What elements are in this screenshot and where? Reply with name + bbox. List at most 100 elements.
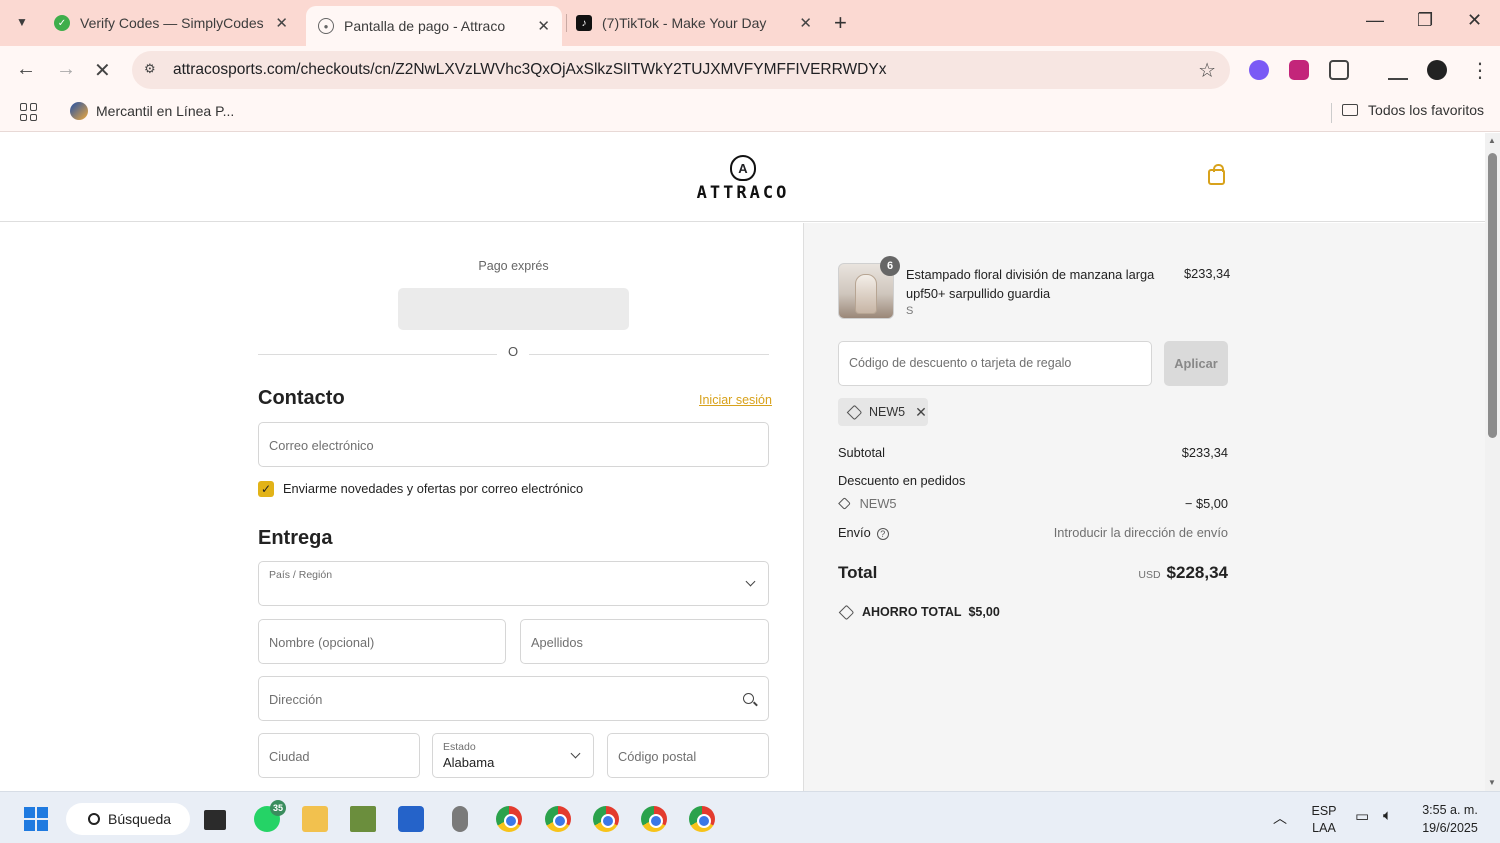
tab-title: Verify Codes — SimplyCodes bbox=[80, 15, 264, 31]
login-link[interactable]: Iniciar sesión bbox=[699, 393, 772, 407]
site-info-icon[interactable]: ⚙ bbox=[144, 61, 162, 79]
divider-line bbox=[258, 354, 497, 355]
shopping-bag-icon[interactable] bbox=[1208, 164, 1225, 185]
scroll-up-icon[interactable]: ▲ bbox=[1488, 136, 1496, 145]
menu-dots-icon[interactable]: ⋮ bbox=[1470, 58, 1490, 83]
tab-strip: ▼ ✓ Verify Codes — SimplyCodes ✕ ● Panta… bbox=[0, 0, 1500, 46]
order-discount-row: Descuento en pedidos bbox=[838, 473, 1228, 488]
bookmark-mercantil[interactable]: Mercantil en Línea P... bbox=[70, 102, 234, 120]
tab-simplycodes[interactable]: ✓ Verify Codes — SimplyCodes ✕ bbox=[44, 0, 300, 46]
product-variant: S bbox=[906, 305, 914, 317]
profile-avatar[interactable] bbox=[1427, 60, 1447, 80]
new-tab-button[interactable]: + bbox=[834, 10, 847, 36]
discount-code-label: NEW5 bbox=[859, 496, 897, 511]
address-bar[interactable]: ⚙ attracosports.com/checkouts/cn/Z2NwLXV… bbox=[132, 51, 1230, 89]
help-icon[interactable]: ? bbox=[876, 528, 889, 540]
bookmarks-divider bbox=[1331, 103, 1332, 123]
chrome-profile-icon[interactable] bbox=[641, 806, 667, 832]
express-pay-button[interactable] bbox=[398, 288, 629, 330]
minecraft-icon[interactable] bbox=[350, 806, 376, 832]
total-label: Total bbox=[838, 563, 878, 582]
language-indicator[interactable]: ESP LAA bbox=[1306, 803, 1342, 837]
apply-discount-button[interactable]: Aplicar bbox=[1164, 341, 1228, 386]
task-view-icon[interactable] bbox=[204, 810, 226, 830]
bookmark-label: Mercantil en Línea P... bbox=[96, 103, 235, 119]
language-bottom: LAA bbox=[1312, 821, 1336, 835]
state-label: Estado bbox=[443, 741, 476, 753]
tab-close-icon[interactable]: ✕ bbox=[275, 14, 288, 32]
country-label: País / Región bbox=[269, 569, 333, 581]
extension-icon[interactable] bbox=[1249, 60, 1269, 80]
whatsapp-badge: 35 bbox=[270, 800, 286, 816]
tab-tiktok[interactable]: ♪ (7)TikTok - Make Your Day ✕ bbox=[568, 0, 824, 46]
applied-code-chip: NEW5 ✕ bbox=[838, 398, 928, 426]
windows-start-icon[interactable] bbox=[24, 807, 48, 831]
city-field[interactable]: Ciudad bbox=[258, 733, 420, 778]
clock-time: 3:55 a. m. bbox=[1422, 803, 1478, 817]
first-name-field[interactable]: Nombre (opcional) bbox=[258, 619, 506, 664]
total-savings: AHORRO TOTAL $5,00 bbox=[838, 604, 1000, 620]
tab-close-icon[interactable]: ✕ bbox=[799, 14, 812, 32]
taskbar-search[interactable]: Búsqueda bbox=[66, 803, 190, 835]
show-hidden-icons[interactable]: ︿ bbox=[1273, 808, 1287, 828]
chrome-profile-icon[interactable] bbox=[689, 806, 715, 832]
chrome-profile-icon[interactable] bbox=[545, 806, 571, 832]
attraco-logo[interactable]: A ATTRACO bbox=[688, 155, 798, 203]
volume-icon[interactable]: 🔈︎ bbox=[1383, 807, 1392, 824]
first-name-placeholder: Nombre (opcional) bbox=[269, 635, 375, 650]
country-select[interactable]: País / Región bbox=[258, 561, 769, 606]
microsoft-store-icon[interactable] bbox=[398, 806, 424, 832]
url-text[interactable]: attracosports.com/checkouts/cn/Z2NwLXVzL… bbox=[173, 61, 886, 79]
scrollbar-thumb[interactable] bbox=[1488, 153, 1497, 438]
extensions-puzzle-icon[interactable] bbox=[1329, 60, 1349, 80]
or-divider-text: O bbox=[507, 344, 519, 359]
close-window-icon[interactable]: ✕ bbox=[1467, 10, 1482, 31]
subtotal-label: Subtotal bbox=[838, 445, 885, 460]
folder-icon bbox=[1342, 104, 1359, 116]
last-name-field[interactable]: Apellidos bbox=[520, 619, 769, 664]
network-icon[interactable]: ▭ bbox=[1355, 807, 1369, 825]
forward-icon[interactable]: → bbox=[56, 58, 76, 81]
tab-attraco[interactable]: ● Pantalla de pago - Attraco ✕ bbox=[306, 6, 562, 46]
newsletter-label[interactable]: Enviarme novedades y ofertas por correo … bbox=[283, 481, 583, 496]
mercantil-icon bbox=[70, 102, 88, 120]
stop-loading-icon[interactable]: ✕ bbox=[94, 58, 111, 83]
logo-text: ATTRACO bbox=[696, 183, 790, 203]
city-placeholder: Ciudad bbox=[269, 749, 310, 764]
clock[interactable]: 3:55 a. m. 19/6/2025 bbox=[1414, 801, 1486, 837]
language-top: ESP bbox=[1311, 804, 1337, 818]
tab-close-icon[interactable]: ✕ bbox=[537, 17, 550, 35]
minimize-icon[interactable]: — bbox=[1366, 10, 1384, 31]
scroll-down-icon[interactable]: ▼ bbox=[1488, 778, 1496, 787]
apps-grid-icon[interactable] bbox=[20, 103, 38, 121]
chrome-icon[interactable] bbox=[496, 806, 522, 832]
divider-line bbox=[529, 354, 769, 355]
all-bookmarks-button[interactable]: Todos los favoritos bbox=[1342, 102, 1484, 118]
tab-title: (7)TikTok - Make Your Day bbox=[602, 15, 767, 31]
mouse-app-icon[interactable] bbox=[452, 806, 468, 832]
tab-search-button[interactable]: ▼ bbox=[8, 8, 36, 36]
back-icon[interactable]: ← bbox=[16, 58, 36, 81]
applied-code: NEW5 bbox=[869, 405, 906, 419]
file-explorer-icon[interactable] bbox=[302, 806, 328, 832]
browser-toolbar: ← → ✕ ⚙ attracosports.com/checkouts/cn/Z… bbox=[0, 46, 1500, 94]
shipping-label: Envío bbox=[838, 525, 871, 540]
email-field[interactable]: Correo electrónico bbox=[258, 422, 769, 467]
tag-icon bbox=[838, 497, 851, 510]
ublock-icon[interactable] bbox=[1289, 60, 1309, 80]
remove-code-icon[interactable]: ✕ bbox=[915, 404, 927, 421]
bookmarks-bar: Mercantil en Línea P... Todos los favori… bbox=[0, 94, 1500, 132]
media-control-icon[interactable] bbox=[1388, 60, 1408, 80]
bookmark-star-icon[interactable]: ☆ bbox=[1198, 58, 1216, 83]
page-scrollbar[interactable]: ▲ ▼ bbox=[1485, 133, 1500, 791]
restore-icon[interactable]: ❐ bbox=[1417, 10, 1433, 31]
chrome-profile-icon[interactable] bbox=[593, 806, 619, 832]
postal-code-field[interactable]: Código postal bbox=[607, 733, 769, 778]
shipping-row: Envío? Introducir la dirección de envío bbox=[838, 525, 1228, 540]
state-select[interactable]: Estado Alabama bbox=[432, 733, 594, 778]
newsletter-checkbox[interactable]: ✓ bbox=[258, 481, 274, 497]
discount-value: − $5,00 bbox=[1184, 496, 1228, 511]
address-field[interactable]: Dirección bbox=[258, 676, 769, 721]
quantity-badge: 6 bbox=[880, 256, 900, 276]
discount-code-input[interactable]: Código de descuento o tarjeta de regalo bbox=[838, 341, 1152, 386]
